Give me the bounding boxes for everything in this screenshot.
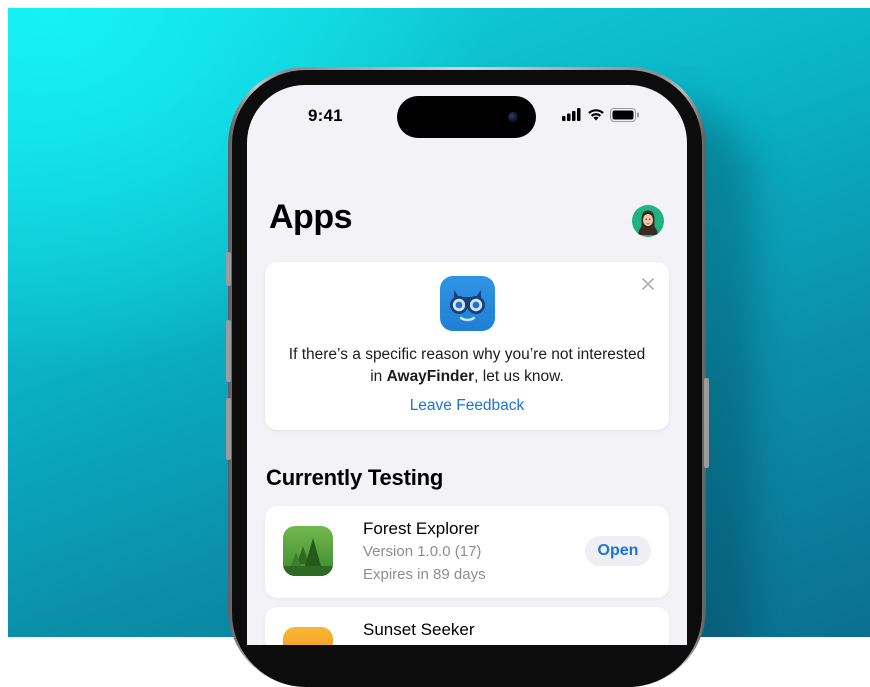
feedback-card: If there’s a specific reason why you’re … [265, 262, 669, 430]
phone-side-button [704, 378, 709, 468]
feedback-message: If there’s a specific reason why you’re … [285, 344, 649, 388]
forest-explorer-app-icon [283, 526, 333, 576]
wifi-icon [588, 109, 604, 121]
app-version: Version 1.0.0 (17) [363, 543, 482, 560]
phone-side-button [226, 252, 231, 286]
phone-screen: 9:41 Apps If there’s a specific reason w… [247, 85, 687, 645]
app-name: Forest Explorer [363, 519, 480, 538]
phone-side-button [226, 320, 231, 382]
awayfinder-app-icon [440, 276, 495, 331]
close-icon[interactable] [640, 276, 656, 292]
sunset-seeker-app-icon [283, 627, 333, 645]
phone-side-button [226, 398, 231, 460]
app-name: Sunset Seeker [363, 620, 475, 639]
app-row-sunset-seeker[interactable]: Sunset Seeker [265, 607, 669, 645]
dynamic-island [397, 96, 536, 138]
feedback-text-after: , let us know. [474, 368, 564, 385]
open-button[interactable]: Open [585, 536, 651, 566]
cellular-signal-icon [562, 108, 581, 121]
feedback-app-name: AwayFinder [386, 368, 475, 385]
camera-icon [508, 112, 518, 122]
app-row-forest-explorer[interactable]: Forest Explorer Version 1.0.0 (17) Expir… [265, 506, 669, 598]
page-title: Apps [269, 198, 353, 236]
section-title: Currently Testing [266, 465, 444, 490]
status-time: 9:41 [308, 106, 343, 125]
profile-avatar[interactable] [632, 205, 664, 237]
binoculars-icon [450, 290, 485, 322]
leave-feedback-link[interactable]: Leave Feedback [265, 397, 669, 415]
user-memoji-icon [638, 210, 658, 235]
app-expiry: Expires in 89 days [363, 566, 486, 583]
tree-icon [283, 538, 333, 576]
battery-icon [610, 108, 639, 122]
